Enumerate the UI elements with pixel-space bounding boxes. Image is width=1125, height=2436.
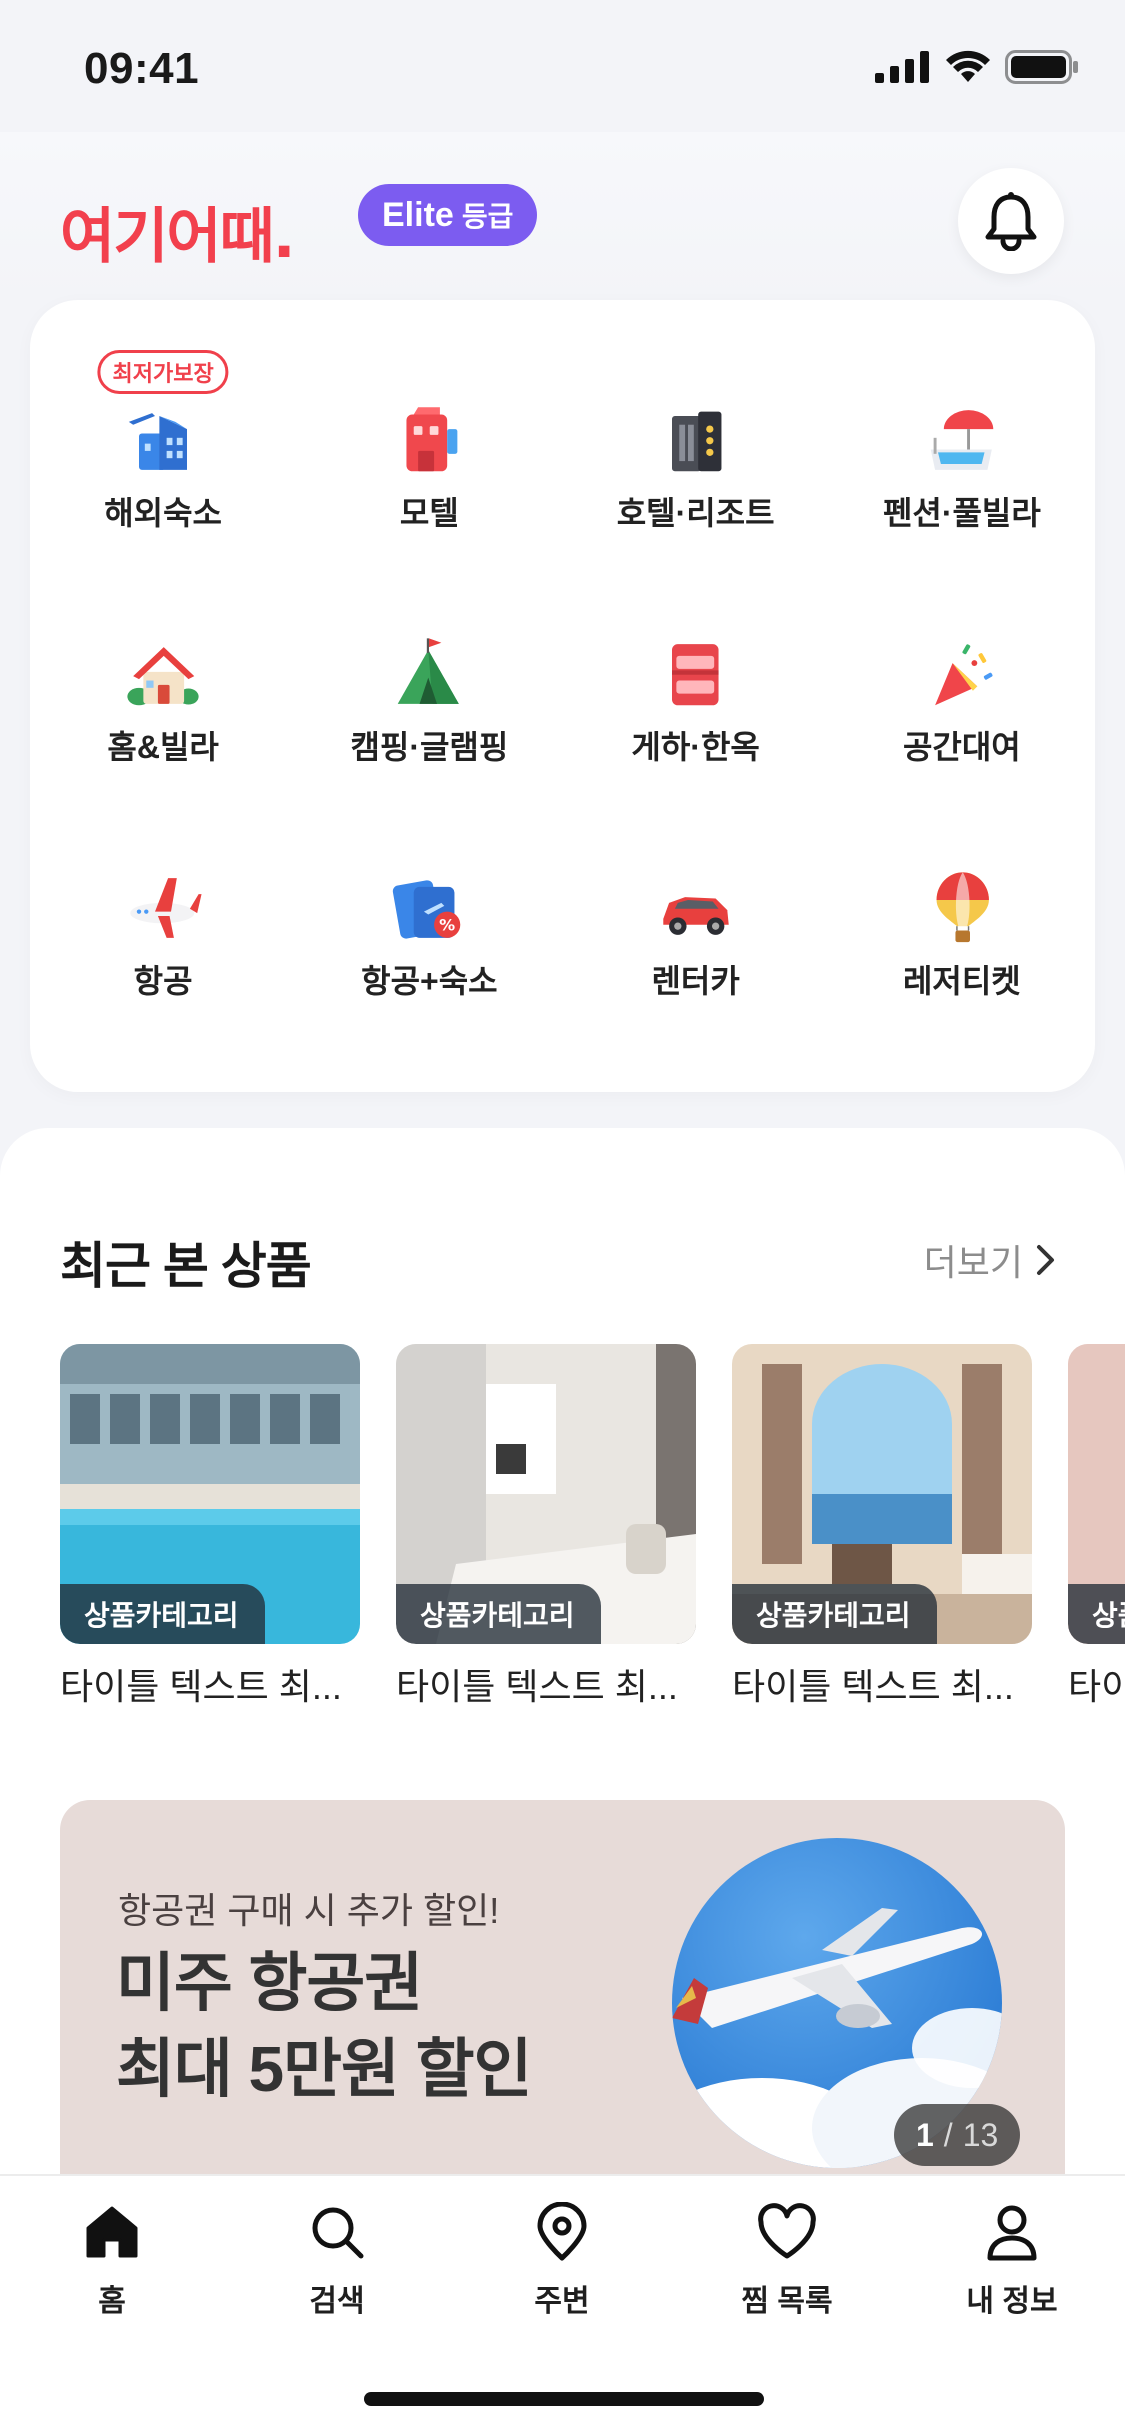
home-villa-icon <box>127 647 199 706</box>
product-card[interactable]: 상품카테고리 타이틀 텍스트 최... <box>732 1344 1032 1704</box>
grade-name: Elite <box>382 195 454 234</box>
search-icon <box>312 2207 364 2259</box>
chevron-right-icon <box>1037 1245 1054 1275</box>
battery-icon <box>1005 50 1078 84</box>
banner-subtitle: 항공권 구매 시 추가 할인! <box>118 1890 500 1931</box>
category-guesthouse-hanok[interactable]: 게하·한옥 <box>563 584 829 768</box>
svg-text:%: % <box>440 916 456 935</box>
user-icon <box>987 2205 1037 2261</box>
member-grade-badge[interactable]: Elite 등급 <box>358 184 538 246</box>
tab-my-info[interactable]: 내 정보 <box>937 2202 1087 2320</box>
product-image: 상품카테고리 <box>60 1344 360 1644</box>
section-title: 최근 본 상품 <box>60 1238 312 1294</box>
tab-label: 찜 목록 <box>741 2285 833 2318</box>
product-image: 상품카테고리 <box>732 1344 1032 1644</box>
category-rental-car[interactable]: 렌터카 <box>563 818 829 1002</box>
product-card[interactable]: 상품카테고리 타이틀 텍스트 최... <box>1068 1344 1125 1704</box>
promo-banner[interactable]: 항공권 구매 시 추가 할인! 미주 항공권 최대 5만원 할인 1 / 13 <box>60 1800 1065 2230</box>
product-category-badge: 상품카테고리 <box>396 1584 601 1644</box>
status-bar: 09:41 <box>0 0 1125 132</box>
category-label: 공간대여 <box>902 729 1021 765</box>
app-logo[interactable]: 여기어때. <box>60 188 296 275</box>
category-flight[interactable]: 항공 <box>30 818 296 1002</box>
product-category-badge: 상품카테고리 <box>732 1584 937 1644</box>
bell-icon <box>985 192 1037 251</box>
flight-icon <box>130 878 202 938</box>
category-label: 캠핑·글램핑 <box>350 729 509 765</box>
location-pin-icon <box>537 2202 587 2261</box>
recent-products-carousel[interactable]: 상품카테고리 타이틀 텍스트 최... 상품카테고리 타이틀 텍스트 최... <box>60 1344 1125 1704</box>
banner-title: 미주 항공권 최대 5만원 할인 <box>116 1940 532 2112</box>
category-leisure-ticket[interactable]: 레저티켓 <box>829 818 1095 1002</box>
motel-icon <box>406 407 458 472</box>
grade-suffix: 등급 <box>461 201 514 232</box>
home-indicator <box>364 2392 764 2406</box>
category-flight-stay[interactable]: % 항공+숙소 <box>296 818 562 1002</box>
product-image: 상품카테고리 <box>396 1344 696 1644</box>
product-title: 타이틀 텍스트 최... <box>60 1666 342 1704</box>
app-header: 여기어때. Elite 등급 <box>0 132 1125 300</box>
category-label: 항공 <box>133 963 193 999</box>
category-camping-glamping[interactable]: 캠핑·글램핑 <box>296 584 562 768</box>
pension-poolvilla-icon <box>930 410 994 470</box>
guesthouse-hanok-icon <box>671 644 719 706</box>
product-title: 타이틀 텍스트 최... <box>396 1666 678 1704</box>
tab-home[interactable]: 홈 <box>37 2202 187 2320</box>
product-image: 상품카테고리 <box>1068 1344 1125 1644</box>
hotel-resort-icon <box>671 411 722 472</box>
tab-search[interactable]: 검색 <box>262 2202 412 2320</box>
flight-stay-icon: % <box>393 880 461 939</box>
category-hotel-resort[interactable]: 호텔·리조트 <box>563 350 829 534</box>
banner-title-line: 최대 5만원 할인 <box>116 2033 532 2105</box>
product-category-badge: 상품카테고리 <box>60 1584 265 1644</box>
status-time: 09:41 <box>84 44 200 93</box>
cellular-signal-icon <box>875 51 929 83</box>
status-icons <box>875 50 1079 84</box>
category-space-rental[interactable]: 공간대여 <box>829 584 1095 768</box>
tab-label: 주변 <box>534 2285 590 2318</box>
leisure-ticket-icon <box>936 872 989 943</box>
space-rental-icon <box>934 644 993 706</box>
category-home-villa[interactable]: 홈&빌라 <box>30 584 296 768</box>
category-label: 레저티켓 <box>902 963 1021 999</box>
see-more-link[interactable]: 더보기 <box>924 1234 1057 1286</box>
banner-title-line: 미주 항공권 <box>116 1947 423 2019</box>
home-icon <box>86 2206 138 2258</box>
tab-label: 홈 <box>98 2285 126 2318</box>
category-label: 해외숙소 <box>104 495 222 531</box>
category-grid: 최저가보장 해외숙소 모텔 호텔·리조트 펜션·풀빌라 홈&빌라 캠핑·글램핑 … <box>30 350 1095 1002</box>
see-more-label: 더보기 <box>923 1242 1023 1283</box>
notification-button[interactable] <box>958 168 1064 274</box>
rental-car-icon <box>662 897 729 935</box>
category-label: 펜션·풀빌라 <box>882 495 1041 531</box>
product-card[interactable]: 상품카테고리 타이틀 텍스트 최... <box>60 1344 360 1704</box>
banner-current-page: 1 <box>916 2116 934 2153</box>
wifi-icon <box>946 50 990 82</box>
category-motel[interactable]: 모텔 <box>296 350 562 534</box>
product-category-badge: 상품카테고리 <box>1068 1584 1125 1644</box>
heart-icon <box>758 2203 816 2259</box>
tab-label: 검색 <box>309 2285 365 2318</box>
tab-wishlist[interactable]: 찜 목록 <box>712 2202 862 2320</box>
camping-glamping-icon <box>398 638 460 704</box>
banner-total-pages: 13 <box>962 2116 999 2153</box>
category-card: 최저가보장 해외숙소 모텔 호텔·리조트 펜션·풀빌라 홈&빌라 캠핑·글램핑 … <box>30 300 1095 1092</box>
product-title: 타이틀 텍스트 최... <box>732 1666 1014 1704</box>
tab-nearby[interactable]: 주변 <box>487 2202 637 2320</box>
lowest-price-tag: 최저가보장 <box>97 350 229 394</box>
product-card[interactable]: 상품카테고리 타이틀 텍스트 최... <box>396 1344 696 1704</box>
category-label: 게하·한옥 <box>631 729 760 765</box>
banner-separator: / <box>943 2116 953 2153</box>
category-pension-poolvilla[interactable]: 펜션·풀빌라 <box>829 350 1095 534</box>
tab-label: 내 정보 <box>966 2285 1058 2318</box>
category-label: 호텔·리조트 <box>616 495 775 531</box>
banner-page-indicator: 1 / 13 <box>894 2104 1021 2166</box>
category-label: 모텔 <box>399 495 459 531</box>
category-overseas-stay[interactable]: 최저가보장 해외숙소 <box>30 350 296 534</box>
category-label: 홈&빌라 <box>107 729 219 765</box>
category-label: 항공+숙소 <box>361 963 498 999</box>
product-title: 타이틀 텍스트 최... <box>1068 1666 1125 1704</box>
category-label: 렌터카 <box>651 963 740 999</box>
overseas-stay-icon <box>128 413 188 470</box>
